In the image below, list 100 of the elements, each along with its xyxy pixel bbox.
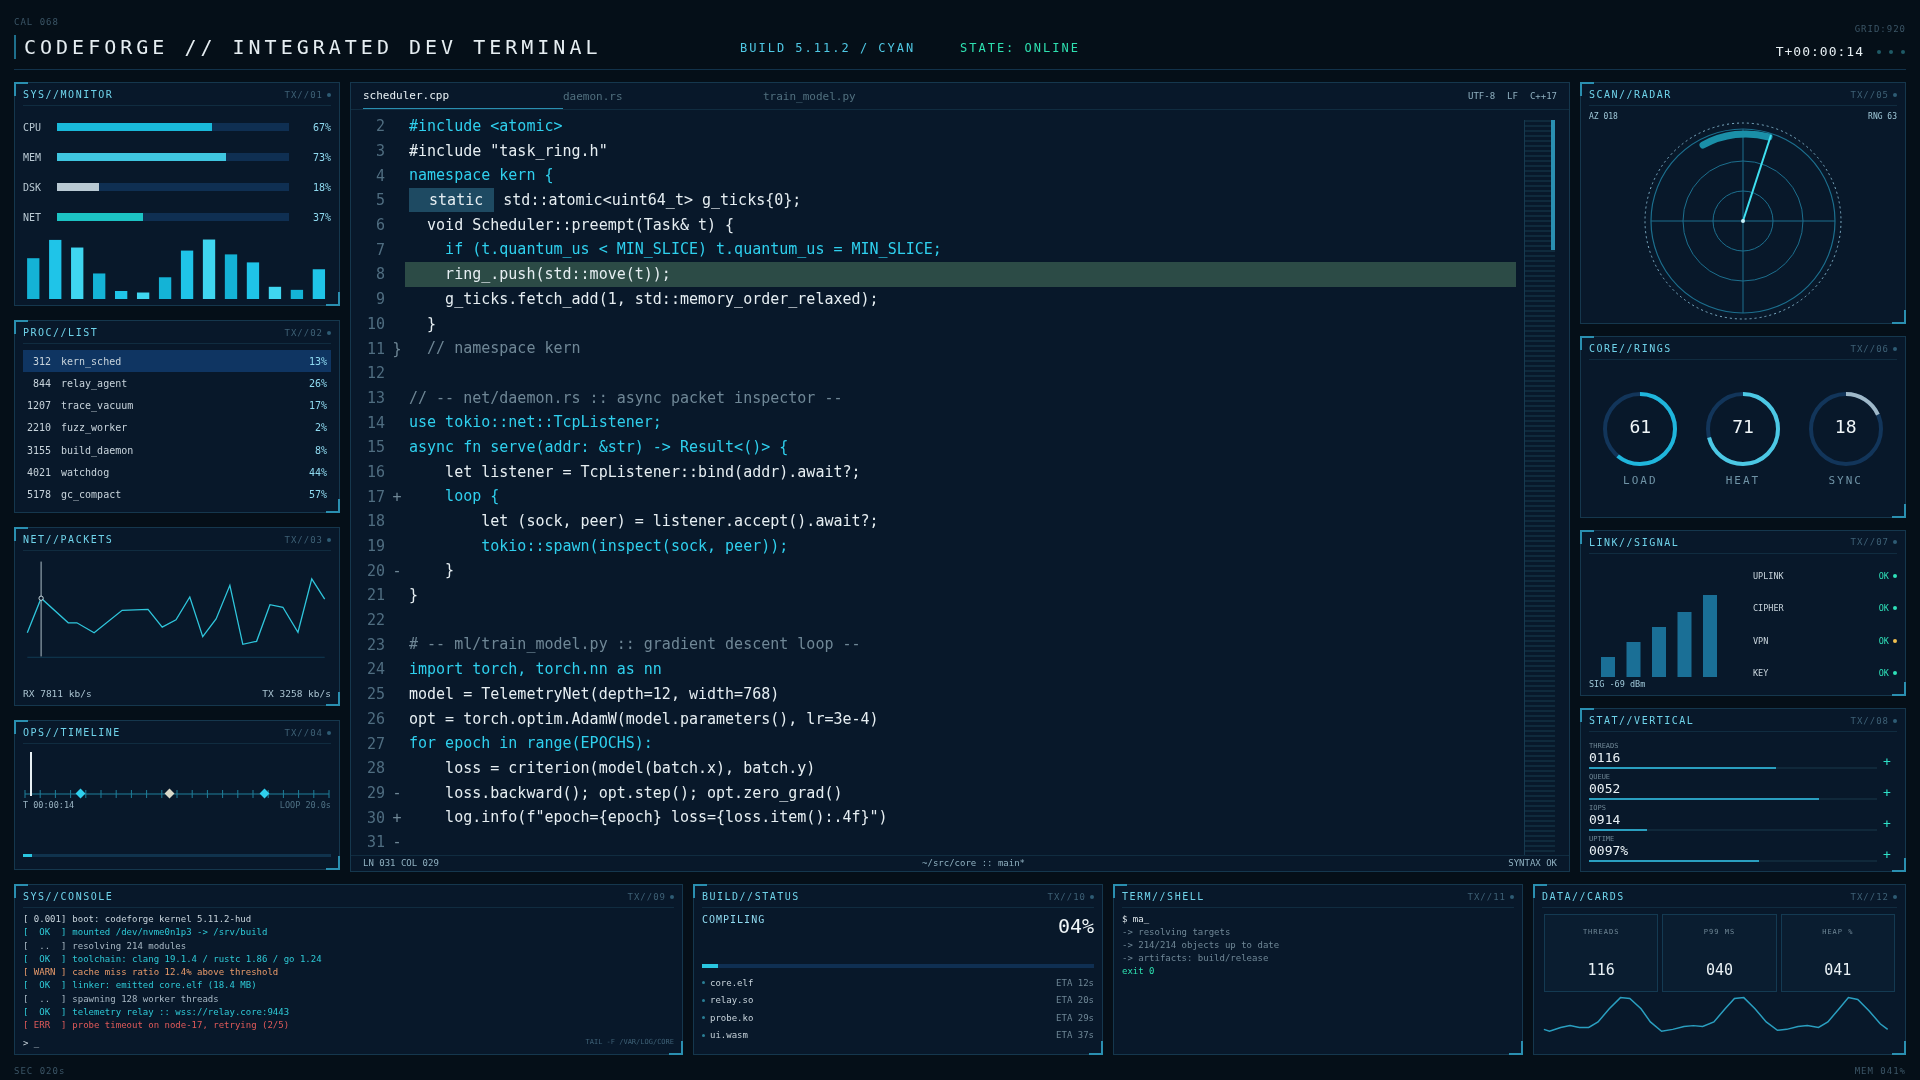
indicator-dot [670,894,674,899]
line-number: 22 [365,611,386,630]
tx-rate: TX 3258 kb/s [262,688,331,699]
indicator-dot [1893,718,1897,723]
corner-code: CAL 068 [14,17,60,27]
code-text: model = TelemetryNet(depth=12, width=768) [408,683,781,705]
panel-title: STAT//VERTICAL [1589,715,1695,727]
corner-bracket [326,499,340,513]
corner-bracket [1089,1041,1103,1056]
ring-label: HEAT [1725,473,1761,487]
log-tag: [ WARN ] [23,967,67,981]
process-row[interactable]: 1207 trace_vacuum 17% [23,394,331,417]
process-row[interactable]: 312 kern_sched 13% [23,350,331,373]
code-text: } [408,585,420,607]
process-name: watchdog [61,467,111,479]
add-button[interactable]: + [1877,785,1897,801]
scrollbar[interactable] [1524,120,1555,855]
code-text: #include <atomic> [408,116,564,137]
code-text: if (t.quantum_us < MIN_SLICE) t.quantum_us = MIN_SLICE; [444,239,943,261]
add-button[interactable]: + [1877,754,1897,770]
log-message: toolchain: clang 19.1.4 / rustc 1.86 / go 1.24 [72,953,322,966]
process-name: relay_agent [61,377,129,389]
line-number: 20 [365,561,386,580]
panel-code: TX//03 [284,534,323,545]
line-number: 2 [374,117,386,136]
process-row[interactable]: 5178 gc_compact 57% [23,483,331,506]
line-number: 27 [365,734,386,753]
chart-bar [71,247,84,299]
line-number: 8 [374,265,386,284]
corner-bracket [1892,682,1906,697]
indicator-dot [327,730,331,735]
process-row[interactable]: 2210 fuzz_worker 2% [23,416,331,440]
build-percent: 04% [1057,914,1094,938]
process-percent: 17% [307,400,327,412]
artifact-name: ui.wasm [710,1030,748,1041]
dot-icon [702,981,705,985]
syntax-status: SYNTAX OK [1508,858,1557,869]
metric-value: 67% [311,121,331,133]
cursor-position: LN 031 COL 029 [363,858,439,869]
process-row[interactable]: 844 relay_agent 26% [23,372,331,395]
console-prompt[interactable]: > _ [23,1038,40,1049]
artifact-name: relay.so [710,995,754,1006]
ring-value: 61 [1628,415,1653,437]
file-tab[interactable]: train_model.py [763,83,963,109]
link-name: VPN [1753,635,1769,646]
shell-line: $ ma_ [1122,914,1151,926]
loop-duration: LOOP 20.0s [279,800,331,810]
code-text: loop { [444,486,501,508]
chart-bar [224,254,238,299]
code-text: // -- net/daemon.rs :: async packet inspector -- [408,387,844,409]
line-ending-label: LF [1507,91,1518,101]
panel-title: TERM//SHELL [1122,891,1205,902]
link-name: CIPHER [1753,603,1784,614]
dot-icon [702,1033,705,1037]
metric-value: 18% [311,181,331,193]
code-text: } [444,560,456,582]
line-number: 16 [365,462,386,481]
line-number: 6 [374,216,386,235]
process-name: gc_compact [61,489,123,501]
chart-bar [202,239,216,299]
chart-bar [180,250,194,299]
log-tag: [ OK ] [23,1007,67,1021]
line-number: 12 [365,364,386,383]
metric-label: MEM [23,151,43,163]
add-button[interactable]: + [1877,816,1897,832]
process-row[interactable]: 4021 watchdog 44% [23,461,331,484]
file-tab[interactable]: scheduler.cpp [363,83,563,109]
add-button[interactable]: + [1877,847,1897,863]
process-id: 2210 [27,422,53,434]
range-label: RNG 63 [1868,112,1897,121]
ring-label: SYNC [1828,473,1863,487]
panel-title: CORE//RINGS [1589,343,1672,354]
panel-title: PROC//LIST [23,327,99,338]
process-name: trace_vacuum [61,400,135,412]
indicator-dot [1893,346,1897,351]
line-number: 3 [374,142,386,161]
process-percent: 44% [307,467,327,479]
panel-code: TX//12 [1850,891,1889,902]
chart-bar [268,286,282,299]
code-text: #include "task_ring.h" [408,140,609,162]
indicator-dot [1893,92,1897,97]
process-id: 4021 [27,467,53,479]
panel-code: TX//07 [1850,537,1889,548]
stat-value: 0052 [1589,781,1622,797]
chart-bar [49,239,62,299]
footer-code: MEM 041% [1854,1066,1906,1078]
app-title: CODEFORGE // INTEGRATED DEV TERMINAL [14,35,740,59]
corner-bracket [1892,858,1906,872]
process-percent: 13% [307,355,327,367]
code-text: loss.backward(); opt.step(); opt.zero_grad() [444,782,844,804]
log-message: boot: codeforge kernel 5.11.2-hud [72,914,252,926]
code-text: use tokio::net::TcpListener; [408,412,663,434]
log-tag: [ .. ] [23,940,67,954]
artifact-eta: ETA 20s [1056,995,1094,1006]
card-value: 041 [1824,960,1852,979]
dots-icon [1876,48,1906,55]
process-row[interactable]: 3155 build_daemon 8% [23,439,331,462]
process-id: 1207 [27,400,53,412]
code-text: opt = torch.optim.AdamW(model.parameters(), lr=3e-4) [408,708,880,730]
rx-rate: RX 7811 kb/s [23,688,92,699]
